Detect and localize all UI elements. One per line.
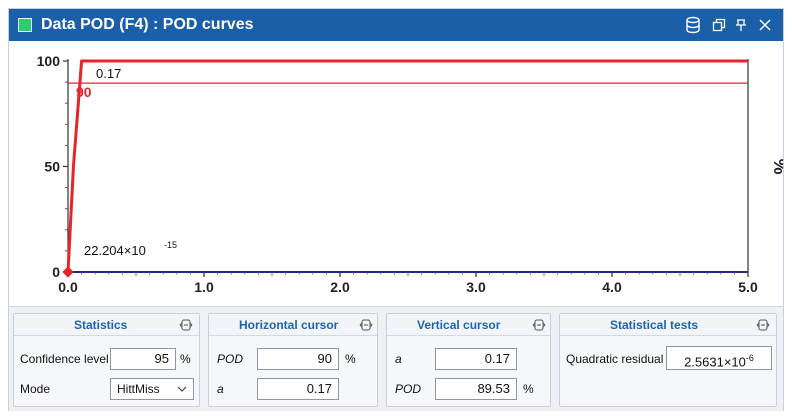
- marker-annotation-exponent: -15: [164, 240, 177, 250]
- statistical-tests-header: Statistical tests: [560, 314, 776, 336]
- hline-x-annotation: 0.17: [96, 66, 121, 81]
- hline-y-annotation: 90: [76, 84, 92, 100]
- pod-curves-window: Data POD (F4) : POD curves 0 50 100 0.0 1.0 2…: [8, 8, 784, 411]
- mode-label: Mode: [20, 382, 51, 396]
- horizontal-cursor-header: Horizontal cursor: [209, 314, 377, 336]
- confidence-level-label: Confidence level: [20, 352, 109, 366]
- panels-row: Statistics Confidence level 95 % Mode Hi…: [9, 307, 783, 411]
- restore-icon[interactable]: [709, 15, 729, 35]
- statistical-tests-title: Statistical tests: [610, 318, 699, 332]
- plot-area[interactable]: 0 50 100 0.0 1.0 2.0 3.0 4.0 5.0% 0.17 90 22.204×10…: [9, 41, 783, 307]
- expand-icon[interactable]: [359, 319, 373, 331]
- horizontal-cursor-title: Horizontal cursor: [239, 318, 339, 332]
- v-pod-unit: %: [523, 382, 534, 396]
- pod-chart[interactable]: 0 50 100 0.0 1.0 2.0 3.0 4.0 5.0% 0.17 90 22.204×10…: [9, 41, 783, 307]
- window-status-icon: [18, 18, 32, 32]
- marker-annotation: 22.204×10: [84, 243, 146, 258]
- h-pod-input[interactable]: 90: [257, 348, 339, 370]
- x-tick-label: 3.0: [466, 279, 486, 295]
- v-pod-input[interactable]: 89.53: [435, 378, 517, 400]
- h-pod-label: POD: [217, 352, 244, 366]
- v-a-label: a: [395, 352, 402, 366]
- x-tick-label: 4.0: [602, 279, 622, 295]
- quadratic-residual-label: Quadratic residual: [566, 352, 664, 366]
- residual-base: 2.5631×10: [684, 354, 746, 370]
- vertical-cursor-panel: Vertical cursor a 0.17 POD 89.53 %: [386, 313, 551, 407]
- pin-icon[interactable]: [731, 15, 751, 35]
- mode-select[interactable]: HittMiss: [110, 378, 194, 400]
- database-icon[interactable]: [683, 15, 703, 35]
- confidence-unit: %: [180, 352, 191, 366]
- vertical-cursor-title: Vertical cursor: [417, 318, 501, 332]
- horizontal-cursor-panel: Horizontal cursor POD 90 % a 0.17: [208, 313, 378, 407]
- statistics-panel: Statistics Confidence level 95 % Mode Hi…: [13, 313, 200, 407]
- v-a-input[interactable]: 0.17: [435, 348, 517, 370]
- v-pod-label: POD: [395, 382, 422, 396]
- window-title: Data POD (F4) : POD curves: [41, 16, 254, 33]
- h-a-label: a: [217, 382, 224, 396]
- h-pod-unit: %: [345, 352, 356, 366]
- y-axis-label: %: [770, 158, 783, 174]
- statistics-title: Statistics: [74, 318, 128, 332]
- confidence-level-input[interactable]: 95: [110, 348, 176, 370]
- x-tick-label: 2.0: [330, 279, 350, 295]
- chevron-down-icon: [177, 386, 187, 392]
- expand-icon[interactable]: [532, 319, 546, 331]
- residual-exponent: -6: [745, 353, 754, 363]
- y-tick-label: 50: [44, 159, 60, 175]
- title-bar: Data POD (F4) : POD curves: [9, 9, 783, 41]
- h-a-input[interactable]: 0.17: [257, 378, 339, 400]
- close-icon[interactable]: [755, 15, 775, 35]
- mode-value: HittMiss: [117, 382, 160, 396]
- expand-icon[interactable]: [179, 319, 193, 331]
- marker-point: [62, 266, 74, 278]
- quadratic-residual-value: 2.5631×10-6: [666, 346, 772, 370]
- x-tick-label: 1.0: [194, 279, 214, 295]
- x-tick-label: 5.0: [738, 279, 758, 295]
- statistics-header: Statistics: [14, 314, 199, 336]
- y-tick-label: 0: [52, 264, 60, 280]
- vertical-cursor-header: Vertical cursor: [387, 314, 550, 336]
- x-tick-label: 0.0: [58, 279, 78, 295]
- statistical-tests-panel: Statistical tests Quadratic residual 2.5…: [559, 313, 777, 407]
- y-tick-label: 100: [37, 53, 61, 69]
- expand-icon[interactable]: [756, 319, 770, 331]
